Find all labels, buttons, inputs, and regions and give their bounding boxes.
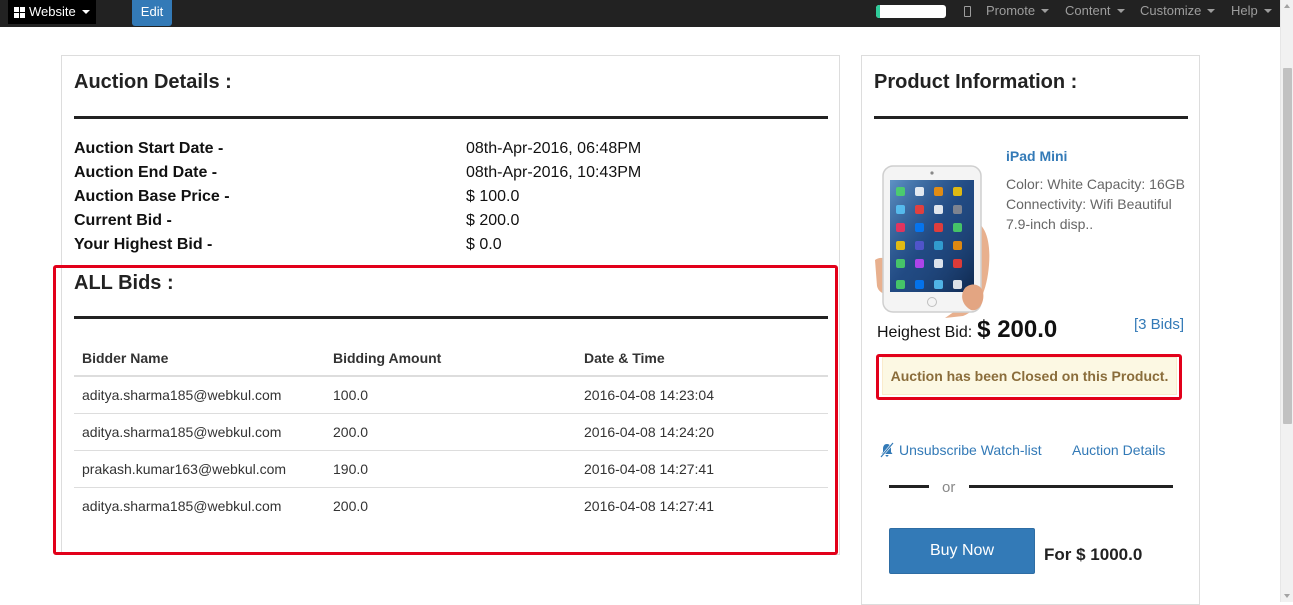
scroll-thumb[interactable] xyxy=(1283,68,1292,424)
menu-promote-label: Promote xyxy=(986,3,1036,18)
your-highest-bid-value: $ 0.0 xyxy=(466,236,502,253)
caret-down-icon xyxy=(1207,9,1216,13)
closed-alert-highlight xyxy=(876,354,1182,400)
auction-details-divider xyxy=(74,116,828,119)
highest-bid-amount: $ 200.0 xyxy=(977,316,1058,343)
or-divider-right xyxy=(969,485,1173,488)
all-bids-highlight xyxy=(53,265,838,555)
auction-end-date-label: Auction End Date - xyxy=(74,164,218,181)
caret-down-icon xyxy=(81,10,90,14)
caret-down-icon xyxy=(1263,9,1272,13)
bell-slash-icon xyxy=(880,442,894,458)
your-highest-bid-label: Your Highest Bid - xyxy=(74,236,213,253)
product-information-divider xyxy=(874,116,1188,119)
auction-start-date-value: 08th-Apr-2016, 06:48PM xyxy=(466,140,642,157)
or-label: or xyxy=(942,479,956,496)
auction-details-link[interactable]: Auction Details xyxy=(1072,442,1165,458)
product-name-link[interactable]: iPad Mini xyxy=(1006,148,1067,164)
menu-help-label: Help xyxy=(1231,3,1258,18)
auction-end-date-value: 08th-Apr-2016, 10:43PM xyxy=(466,164,642,181)
product-image[interactable] xyxy=(875,160,995,318)
auction-base-price-value: $ 100.0 xyxy=(466,188,520,205)
menu-customize[interactable]: Customize xyxy=(1140,0,1216,22)
menu-content[interactable]: Content xyxy=(1065,0,1125,22)
caret-down-icon xyxy=(1116,9,1125,13)
unsubscribe-watchlist-link[interactable]: Unsubscribe Watch-list xyxy=(879,442,1042,458)
current-bid-value: $ 200.0 xyxy=(466,212,520,229)
page-scrollbar[interactable] xyxy=(1280,0,1293,602)
highest-bid: Heighest Bid: $ 200.0 xyxy=(877,316,1057,344)
bids-count-link[interactable]: [3 Bids] xyxy=(1134,316,1184,333)
scroll-up-icon[interactable] xyxy=(1284,4,1290,8)
buy-now-price: For $ 1000.0 xyxy=(1044,545,1143,564)
product-information-title: Product Information : xyxy=(874,71,1078,93)
current-bid-label: Current Bid - xyxy=(74,212,172,229)
scroll-down-icon[interactable] xyxy=(1284,594,1290,598)
grid-icon xyxy=(14,6,25,18)
auction-start-date-label: Auction Start Date - xyxy=(74,140,224,157)
caret-down-icon xyxy=(1041,9,1050,13)
website-menu[interactable]: Website xyxy=(8,0,96,24)
product-description: Color: White Capacity: 16GB Connectivity… xyxy=(1006,176,1185,232)
menu-customize-label: Customize xyxy=(1140,3,1202,18)
menu-content-label: Content xyxy=(1065,3,1111,18)
progress-bar xyxy=(876,5,946,18)
buy-now-button[interactable]: Buy Now xyxy=(889,528,1035,574)
auction-base-price-label: Auction Base Price - xyxy=(74,188,230,205)
website-menu-label: Website xyxy=(29,4,76,19)
edit-button[interactable]: Edit xyxy=(132,0,172,26)
progress-bar-fill xyxy=(876,5,880,18)
menu-promote[interactable]: Promote xyxy=(986,0,1050,22)
menu-help[interactable]: Help xyxy=(1231,0,1272,22)
mobile-preview-icon[interactable] xyxy=(964,6,971,17)
unsubscribe-watchlist-label: Unsubscribe Watch-list xyxy=(899,442,1042,458)
top-navbar: Website Edit Promote Content Customize H… xyxy=(0,0,1280,27)
highest-bid-label: Heighest Bid: xyxy=(877,324,973,341)
or-divider-left xyxy=(889,485,929,488)
auction-details-title: Auction Details : xyxy=(74,71,232,93)
